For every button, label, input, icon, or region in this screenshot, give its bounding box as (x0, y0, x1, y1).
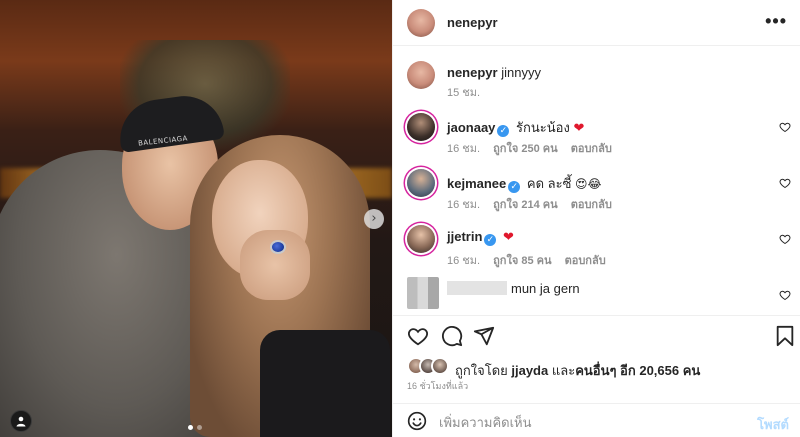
comment-like-count[interactable]: ถูกใจ 214 คน (493, 199, 557, 211)
caption-body: jinnyyy (501, 65, 541, 80)
comment-time[interactable]: 16 ชม. (447, 199, 480, 211)
save-bookmark-icon[interactable] (775, 325, 795, 347)
caption-username[interactable]: nenepyr (447, 65, 498, 80)
comment-avatar[interactable] (407, 225, 435, 253)
carousel-indicator (188, 425, 202, 430)
verified-badge-icon: ✓ (508, 181, 521, 193)
author-username[interactable]: nenepyr (447, 15, 498, 30)
post-detail-panel: nenepyr ••• nenepyr jinnyyy 15 ชม. jaona… (392, 0, 800, 437)
likes-text: ถูกใจโดย jjayda และคนอื่นๆ อีก 20,656 คน (455, 360, 700, 381)
photo-ring (270, 240, 286, 254)
verified-badge-icon: ✓ (484, 234, 497, 246)
tagged-users-button[interactable] (10, 410, 32, 432)
next-photo-button[interactable]: › (364, 209, 384, 229)
carousel-dot (197, 425, 202, 430)
comment-reply-button[interactable]: ตอบกลับ (571, 199, 612, 211)
comment-text: jjetrin ✓ ❤ (447, 229, 514, 246)
comment-meta: 16 ชม. ถูกใจ 85 คน ตอบกลับ (447, 251, 616, 269)
comment-avatar[interactable] (407, 113, 435, 141)
comment-time[interactable]: 16 ชม. (447, 143, 480, 155)
likes-prefix: ถูกใจโดย (455, 363, 508, 378)
comment-username-blurred (447, 281, 507, 295)
likes-middle: และ (551, 363, 576, 378)
emoji-smile-icon[interactable] (407, 411, 427, 431)
comment-avatar[interactable] (407, 169, 435, 197)
add-comment-bar: โพสต์ (393, 403, 800, 437)
liker-avatar[interactable] (431, 357, 449, 375)
comment-body: รักนะน้อง (516, 120, 570, 135)
post-comment-button[interactable]: โพสต์ (757, 414, 789, 435)
post-header: nenepyr ••• (393, 0, 800, 46)
user-tag-icon (16, 416, 26, 427)
comment-body: mun ja gern (511, 281, 580, 296)
comment-like-heart-icon[interactable] (779, 233, 791, 245)
comment-bubble-icon[interactable] (441, 325, 463, 347)
comment-username[interactable]: jjetrin (447, 229, 482, 244)
verified-badge-icon: ✓ (497, 125, 510, 137)
caption-meta: 15 ชม. (447, 83, 490, 101)
caption-text: nenepyr jinnyyy (447, 65, 541, 80)
comment-input[interactable] (439, 413, 739, 431)
comment-like-count[interactable]: ถูกใจ 250 คน (493, 143, 557, 155)
author-avatar[interactable] (407, 9, 435, 37)
comment-time[interactable]: 16 ชม. (447, 255, 480, 267)
comments-list[interactable]: nenepyr jinnyyy 15 ชม. jaonaay ✓ รักนะน้อ… (393, 47, 800, 315)
comment-like-heart-icon[interactable] (779, 289, 791, 301)
comment-emoji: 😍😂 (575, 177, 602, 191)
carousel-dot-active (188, 425, 193, 430)
comment-body: คด ละซี้ (526, 176, 572, 191)
comment-like-heart-icon[interactable] (779, 121, 791, 133)
likes-others[interactable]: คนอื่นๆ อีก 20,656 คน (575, 363, 700, 378)
comment-text: kejmanee ✓ คด ละซี้ 😍😂 (447, 173, 602, 194)
share-send-icon[interactable] (473, 325, 495, 347)
caption-time[interactable]: 15 ชม. (447, 87, 480, 99)
photo-dress (260, 330, 390, 437)
comment-meta: 16 ชม. ถูกใจ 214 คน ตอบกลับ (447, 195, 622, 213)
comment-text: mun ja gern (511, 281, 580, 296)
like-heart-icon[interactable] (407, 325, 429, 347)
post-actions-bar (393, 315, 800, 355)
comment-username[interactable]: kejmanee (447, 176, 506, 191)
comment-reply-button[interactable]: ตอบกลับ (571, 143, 612, 155)
comment-like-count[interactable]: ถูกใจ 85 คน (493, 255, 551, 267)
comment-reply-button[interactable]: ตอบกลับ (565, 255, 606, 267)
comment-text: jaonaay ✓ รักนะน้อง ❤ (447, 117, 584, 138)
more-options-icon[interactable]: ••• (765, 12, 787, 30)
post-timestamp[interactable]: 16 ชั่วโมงที่แล้ว (407, 379, 468, 393)
post-photo[interactable]: BALENCIAGA › (0, 0, 392, 437)
comment-emoji: ❤ (573, 121, 585, 136)
comment-meta: 16 ชม. ถูกใจ 250 คน ตอบกลับ (447, 139, 622, 157)
comment-avatar-blurred[interactable] (407, 277, 439, 309)
comment-like-heart-icon[interactable] (779, 177, 791, 189)
comment-emoji: ❤ (503, 230, 514, 245)
comment-username[interactable]: jaonaay (447, 120, 495, 135)
caption-avatar[interactable] (407, 61, 435, 89)
liker-username[interactable]: jjayda (511, 363, 548, 378)
chevron-right-icon: › (371, 211, 377, 226)
